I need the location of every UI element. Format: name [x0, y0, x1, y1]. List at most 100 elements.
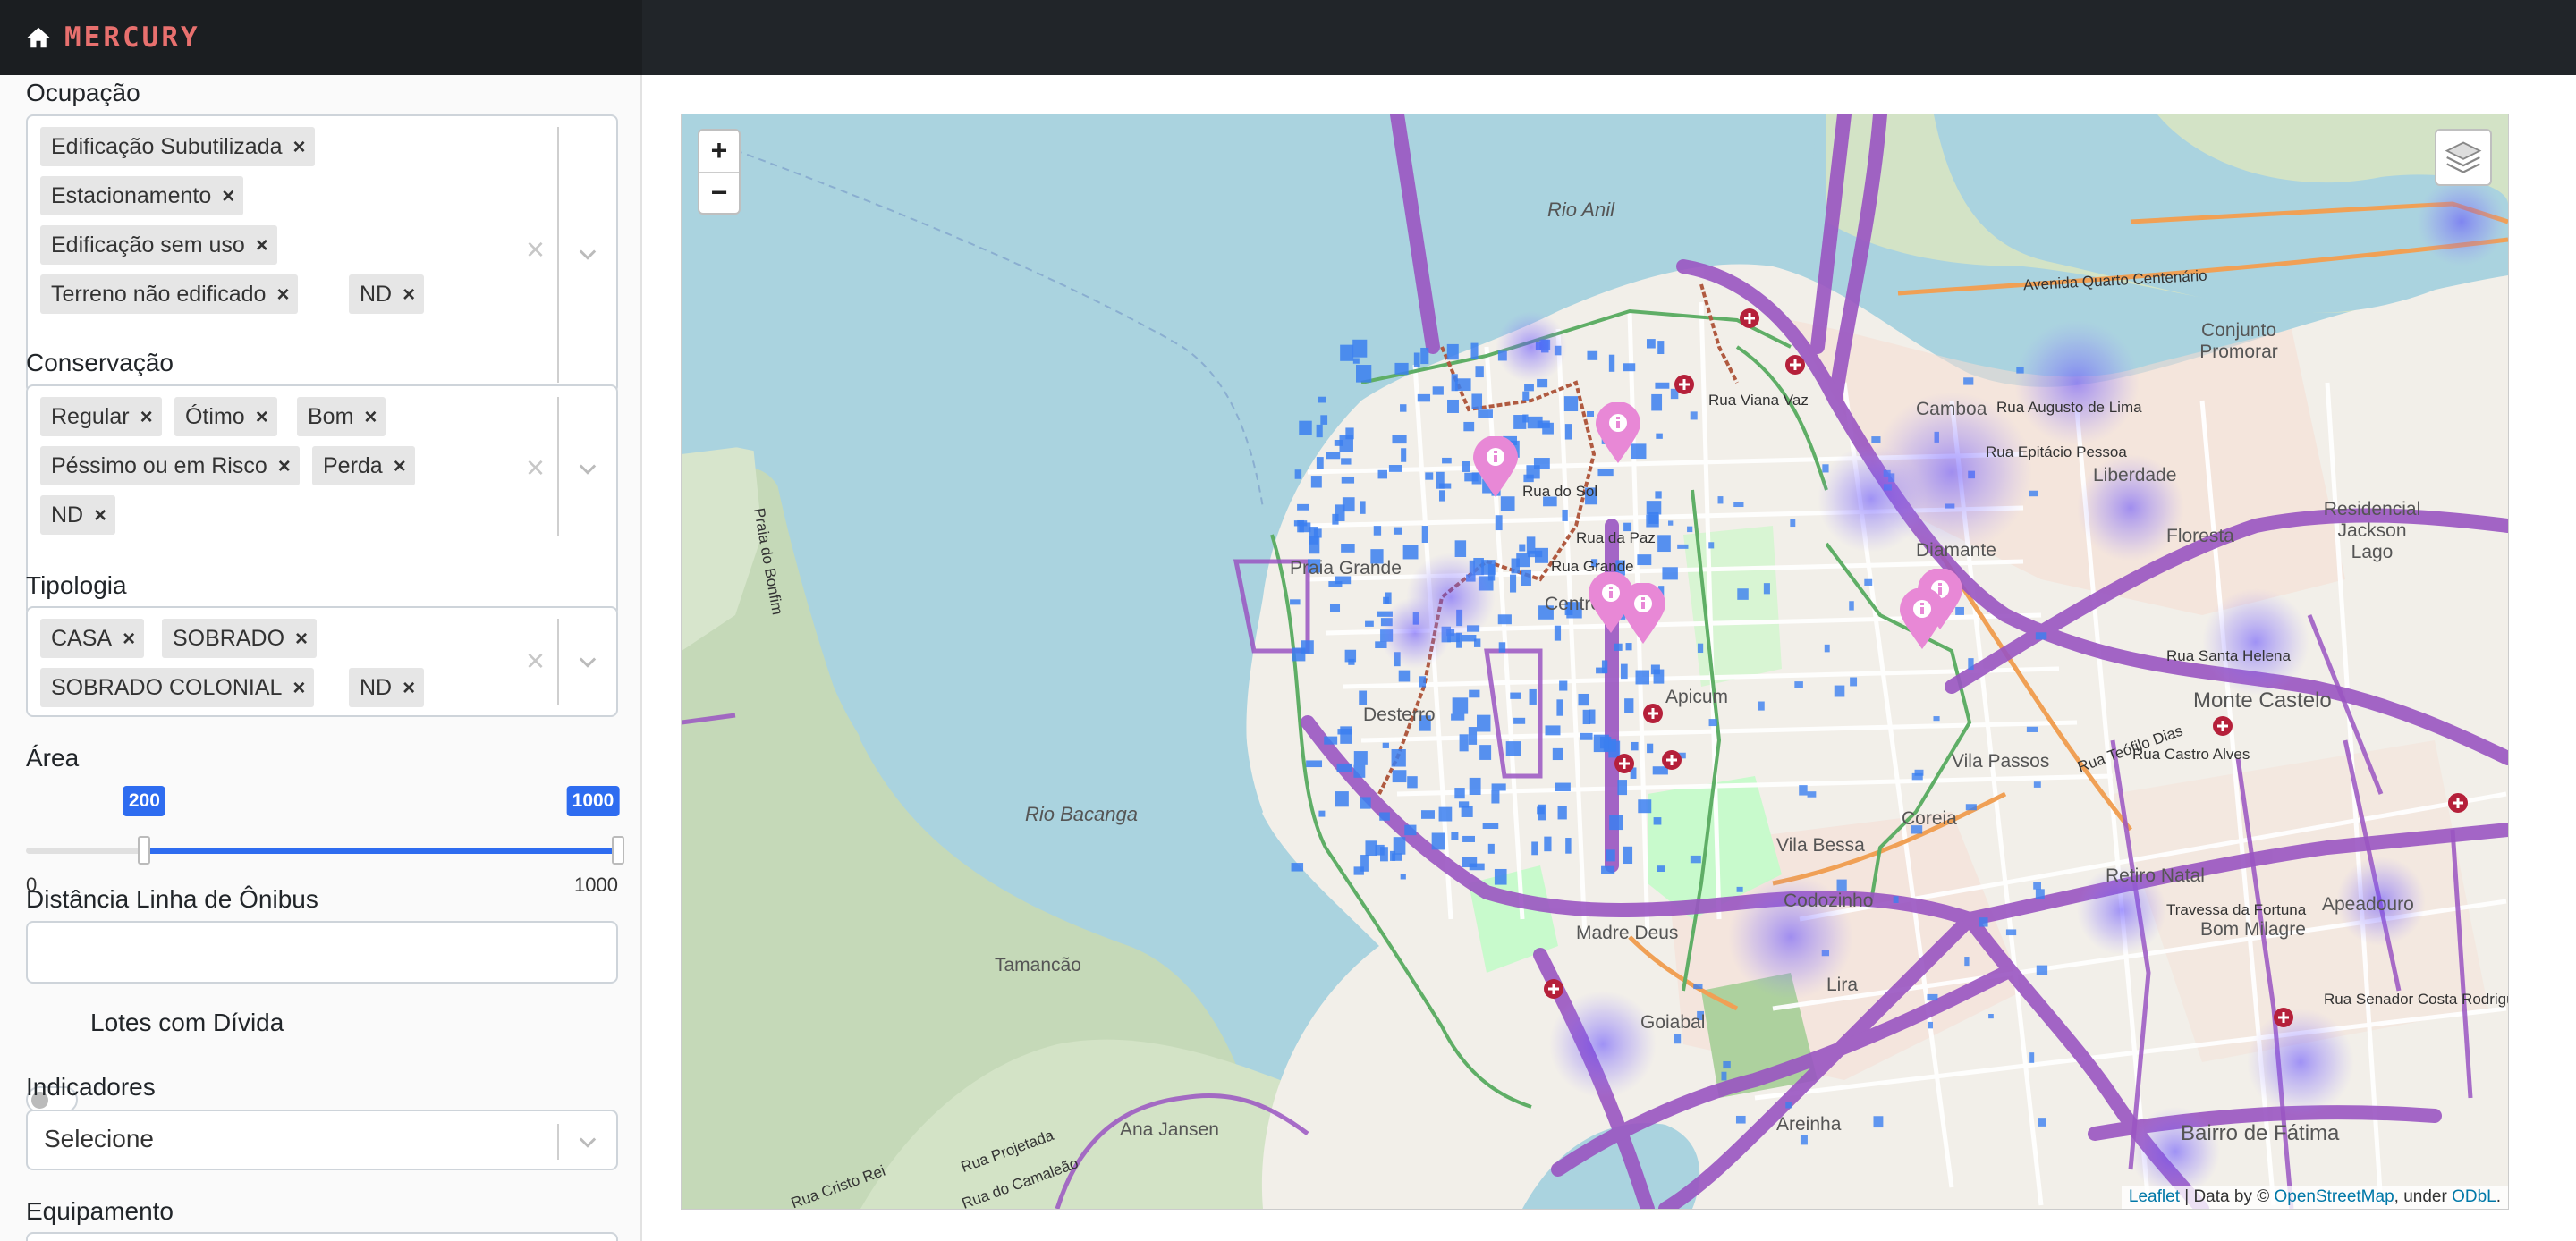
map-container[interactable]: Rio Anil Rio Bacanga Camboa Liberdade Co… [681, 114, 2509, 1210]
area-label: Área [26, 744, 80, 772]
tag-tipologia-0[interactable]: CASA × [40, 619, 145, 658]
hospital-icon [1662, 750, 1682, 770]
neighborhood-label: Bairro de Fátima [2181, 1121, 2340, 1145]
remove-tag-icon[interactable]: × [276, 283, 289, 307]
hospital-icon [1674, 375, 1694, 394]
slider-handle-high[interactable] [612, 836, 624, 865]
hospital-icon [1544, 979, 1563, 999]
tag-conservacao-0[interactable]: Regular × [40, 397, 162, 436]
tag-ocupacao-2[interactable]: Edificação sem uso × [40, 225, 277, 265]
neighborhood-label: Areinha [1776, 1114, 1842, 1135]
tag-conservacao-5[interactable]: ND × [40, 495, 116, 535]
clear-icon[interactable]: × [526, 449, 545, 486]
area-range-slider[interactable]: 200 1000 0 1000 [26, 786, 624, 896]
remove-tag-icon[interactable]: × [140, 405, 153, 429]
slider-handle-low[interactable] [138, 836, 151, 865]
remove-tag-icon[interactable]: × [293, 135, 306, 159]
indicadores-select[interactable]: Selecione [26, 1110, 618, 1170]
tag-tipologia-2[interactable]: SOBRADO COLONIAL × [40, 668, 315, 707]
neighborhood-label: Camboa [1916, 399, 1987, 419]
zoom-out-button[interactable]: − [699, 173, 739, 214]
neighborhood-label: Conjunto Promorar [2199, 320, 2278, 362]
brand[interactable]: MERCURY [25, 16, 200, 59]
tag-ocupacao-3[interactable]: Terreno não edificado × [40, 274, 299, 314]
tag-tipologia-1[interactable]: SOBRADO × [162, 619, 318, 658]
slider-high-value: 1000 [566, 786, 620, 816]
neighborhood-label: Retiro Natal [2106, 865, 2205, 886]
ocupacao-label: Ocupação [26, 79, 140, 106]
zoom-control: + − [698, 129, 741, 215]
street-label: Rua Augusto de Lima [1996, 399, 2142, 416]
remove-tag-icon[interactable]: × [123, 627, 135, 651]
street-label: Rua da Paz [1576, 529, 1656, 546]
map-attribution: Leaflet | Data by © OpenStreetMap, under… [2121, 1186, 2508, 1209]
street-label: Rua Castro Alves [2132, 746, 2250, 763]
tag-ocupacao-0[interactable]: Edificação Subutilizada × [40, 127, 315, 166]
tag-tipologia-3[interactable]: ND × [349, 668, 425, 707]
remove-tag-icon[interactable]: × [94, 503, 106, 528]
equipamento-select[interactable] [26, 1232, 618, 1241]
tipologia-multiselect[interactable]: CASA × SOBRADO × SOBRADO COLONIAL × ND × × [26, 606, 618, 717]
filter-sidebar: Ocupação Edificação Subutilizada × Estaci… [0, 75, 642, 1241]
neighborhood-label: Diamante [1916, 540, 1996, 561]
remove-tag-icon[interactable]: × [292, 676, 305, 700]
tag-ocupacao-4[interactable]: ND × [349, 274, 425, 314]
neighborhood-label: Liberdade [2093, 465, 2177, 485]
remove-tag-icon[interactable]: × [364, 405, 377, 429]
zoom-in-button[interactable]: + [699, 131, 739, 173]
map-pin-icon[interactable] [1898, 588, 1946, 651]
remove-tag-icon[interactable]: × [222, 184, 234, 208]
neighborhood-label: Madre Deus [1576, 923, 1679, 943]
leaflet-link[interactable]: Leaflet [2129, 1187, 2180, 1206]
layers-control-button[interactable] [2435, 129, 2492, 186]
indicadores-label: Indicadores [26, 1073, 156, 1101]
water-label-rio-bacanga: Rio Bacanga [1025, 803, 1138, 825]
neighborhood-label: Bom Milagre [2200, 919, 2306, 940]
map-pin-icon[interactable] [1619, 583, 1667, 646]
remove-tag-icon[interactable]: × [295, 627, 308, 651]
tag-conservacao-4[interactable]: Perda × [312, 446, 415, 485]
remove-tag-icon[interactable]: × [402, 283, 415, 307]
remove-tag-icon[interactable]: × [402, 676, 415, 700]
neighborhood-label: Lira [1826, 975, 1859, 995]
conservacao-label: Conservação [26, 349, 174, 376]
street-label: Rua Senador Costa Rodrigues [2324, 991, 2508, 1008]
hospital-icon [1740, 308, 1759, 328]
indicadores-value: Selecione [44, 1125, 154, 1152]
remove-tag-icon[interactable]: × [394, 454, 406, 478]
hospital-icon [1785, 355, 1805, 375]
tag-ocupacao-1[interactable]: Estacionamento × [40, 176, 244, 215]
chevron-down-icon[interactable] [575, 649, 600, 674]
tipologia-label: Tipologia [26, 571, 127, 599]
map-pin-icon[interactable] [1594, 402, 1642, 465]
street-label: Rua Viana Vaz [1708, 392, 1809, 409]
hospital-icon [1643, 704, 1663, 723]
chevron-down-icon[interactable] [575, 241, 600, 266]
layers-icon [2445, 141, 2482, 173]
neighborhood-label: Vila Bessa [1776, 835, 1865, 856]
map-pin-icon[interactable] [1471, 436, 1520, 499]
osm-link[interactable]: OpenStreetMap [2275, 1187, 2394, 1206]
neighborhood-label: Praia Grande [1290, 558, 1402, 578]
tag-conservacao-1[interactable]: Ótimo × [174, 397, 277, 436]
neighborhood-label: Vila Passos [1952, 751, 2050, 772]
neighborhood-label: Apicum [1665, 687, 1729, 707]
remove-tag-icon[interactable]: × [278, 454, 291, 478]
street-label: Rua do Sol [1522, 483, 1598, 500]
neighborhood-label: Monte Castelo [2193, 688, 2332, 713]
hospital-icon [2448, 793, 2468, 813]
remove-tag-icon[interactable]: × [256, 233, 268, 257]
equipamento-label: Equipamento [26, 1197, 174, 1225]
tag-conservacao-3[interactable]: Péssimo ou em Risco × [40, 446, 300, 485]
distancia-input[interactable] [26, 921, 618, 984]
remove-tag-icon[interactable]: × [256, 405, 268, 429]
chevron-down-icon[interactable] [575, 456, 600, 481]
clear-icon[interactable]: × [526, 642, 545, 680]
neighborhood-label: Codozinho [1784, 891, 1874, 911]
tag-conservacao-2[interactable]: Bom × [297, 397, 386, 436]
hospital-icon [2213, 716, 2233, 736]
distancia-label: Distância Linha de Ônibus [26, 885, 318, 913]
odbl-link[interactable]: ODbL [2452, 1187, 2496, 1206]
clear-icon[interactable]: × [526, 231, 545, 268]
chevron-down-icon [579, 1137, 597, 1148]
